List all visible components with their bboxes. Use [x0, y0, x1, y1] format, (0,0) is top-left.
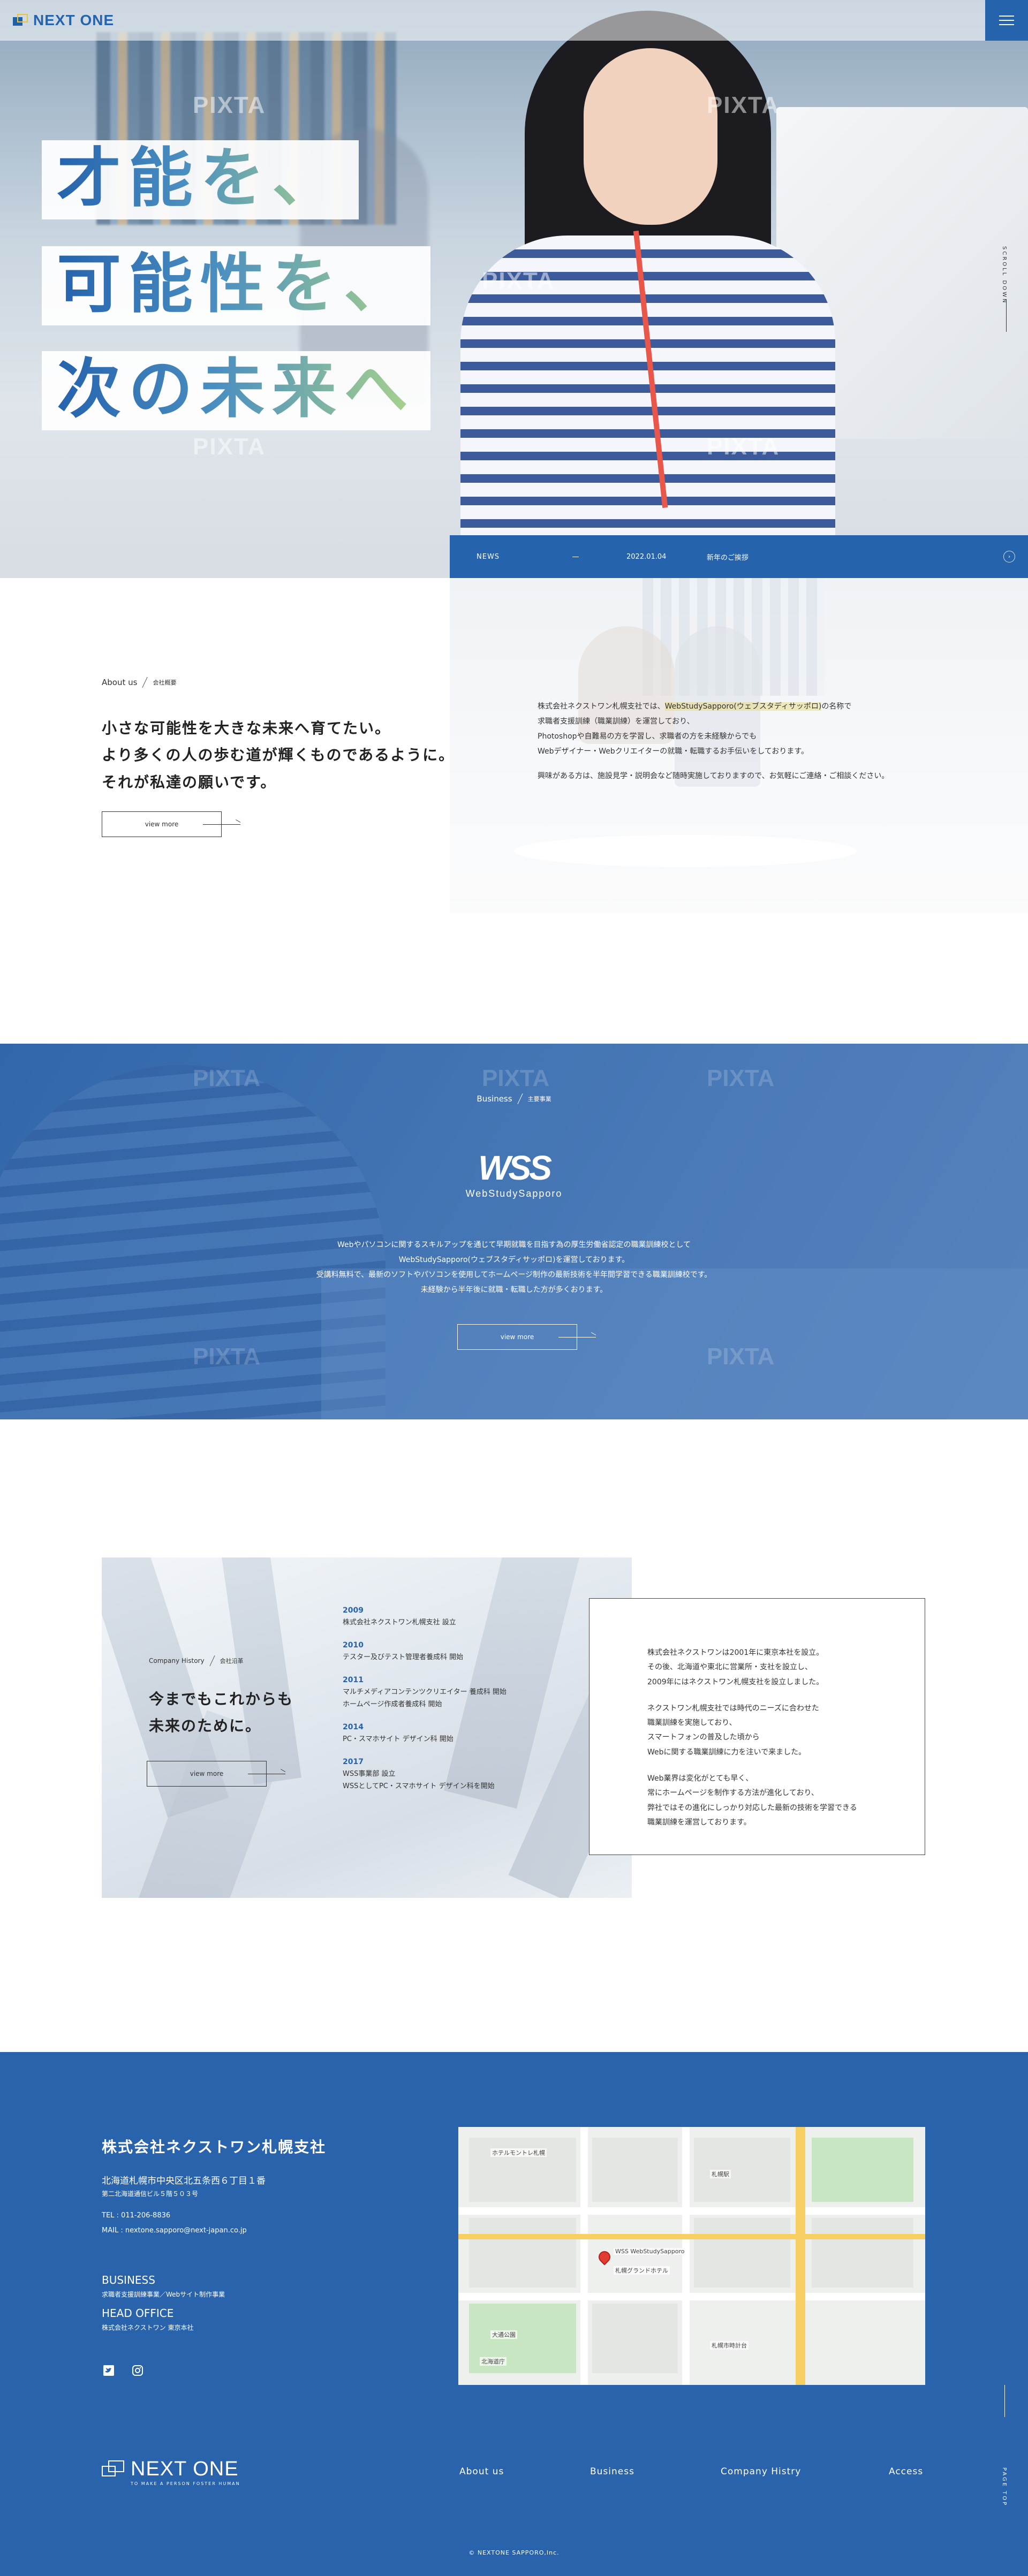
watermark: PIXTA — [193, 92, 266, 118]
arrow-right-icon — [558, 1337, 596, 1338]
watermark: PIXTA — [707, 92, 780, 118]
wss-logo-sub: WebStudySapporo — [465, 1188, 563, 1199]
about-description: 株式会社ネクストワン札幌支社では、WebStudySapporo(ウェブスタディ… — [538, 702, 889, 780]
map-label: ホテルモントレ札幌 — [490, 2148, 547, 2157]
wss-logo: WSS WebStudySapporo — [451, 1151, 577, 1199]
logo-mark-icon — [13, 14, 29, 27]
about-heading: 小さな可能性を大きな未来へ育てたい。 より多くの人の歩む道が輝くものであるように… — [102, 719, 455, 791]
wss-logo-mark: WSS — [478, 1149, 552, 1187]
timeline-item: 2011 マルチメディアコンテンツクリエイター 養成科 開始 ホームページ作成者… — [343, 1675, 507, 1708]
footer-social-links — [102, 2364, 145, 2377]
history-view-more-button[interactable]: view more — [147, 1761, 285, 1787]
arrow-right-icon — [203, 824, 240, 825]
business-view-more-button[interactable]: view more — [457, 1324, 596, 1350]
footer-business-heading: BUSINESS — [102, 2274, 155, 2286]
map-label: 札幌駅 — [710, 2170, 731, 2178]
hamburger-icon — [999, 16, 1014, 17]
history-timeline: 2009 株式会社ネクストワン札幌支社 設立 2010 テスター及びテスト管理者… — [343, 1606, 568, 1805]
scroll-down-line — [1006, 300, 1007, 332]
map-label: 札幌グランドホテル — [614, 2266, 670, 2275]
history-heading: 今までもこれからも 未来のために。 — [149, 1690, 294, 1735]
page-top-line — [1004, 2385, 1005, 2417]
watermark: PIXTA — [707, 434, 780, 460]
page-top-button[interactable]: PAGE TOP — [1001, 2467, 1007, 2506]
site-header: NEXT ONE — [0, 0, 1028, 41]
about-label-jp: 会社概要 — [153, 679, 177, 686]
footer-logo[interactable]: NEXT ONE TO MAKE A PERSON FOSTER HUMAN — [102, 2459, 239, 2486]
hero-catch-line-1: 才能を、 — [42, 140, 359, 219]
map-label: 大通公園 — [490, 2330, 517, 2339]
site-footer: 株式会社ネクストワン札幌支社 北海道札幌市中央区北五条西６丁目１番 第二北海道通… — [0, 2052, 1028, 2576]
news-dash: — — [572, 552, 579, 561]
site-logo[interactable]: NEXT ONE — [13, 12, 114, 29]
footer-address-building: 第二北海道通信ビル５階５０３号 — [102, 2190, 199, 2198]
footer-address: 北海道札幌市中央区北五条西６丁目１番 — [102, 2176, 266, 2186]
timeline-item: 2017 WSS事業部 設立 WSSとしてPC・スマホサイト デザイン科を開始 — [343, 1758, 495, 1791]
history-section-label: Company History 会社沿革 — [149, 1655, 244, 1667]
history-description-box: 株式会社ネクストワンは2001年に東京本社を設立。 その後、北海道や東北に営業所… — [589, 1598, 925, 1855]
about-section-label: About us 会社概要 — [102, 677, 176, 688]
watermark: PIXTA — [707, 1065, 775, 1091]
news-title[interactable]: 新年のご挨拶 — [707, 552, 1003, 562]
copyright: © NEXTONE SAPPORO,Inc. — [468, 2549, 560, 2556]
footer-tel[interactable]: TEL : 011-206-8836 — [102, 2212, 170, 2220]
watermark: PIXTA — [707, 1343, 775, 1370]
footer-head-office-text: 株式会社ネクストワン 東京本社 — [102, 2324, 194, 2331]
circle-arrow-icon[interactable]: › — [1003, 551, 1015, 563]
map-label: WSS WebStudySapporo — [614, 2248, 686, 2255]
footer-logo-tagline: TO MAKE A PERSON FOSTER HUMAN — [131, 2481, 240, 2486]
news-date: 2022.01.04 — [626, 552, 667, 561]
watermark: PIXTA — [193, 1065, 261, 1091]
access-map[interactable]: 札幌駅 WSS WebStudySapporo 大通公園 北海道庁 札幌市時計台… — [458, 2127, 925, 2385]
footer-nav-business[interactable]: Business — [590, 2466, 634, 2477]
business-section: PIXTA PIXTA PIXTA PIXTA PIXTA Business 主… — [0, 1044, 1028, 1419]
news-label: NEWS — [477, 552, 500, 561]
watermark: PIXTA — [482, 1065, 550, 1091]
footer-mail[interactable]: MAIL : nextone.sapporo@next-japan.co.jp — [102, 2227, 247, 2235]
map-label: 北海道庁 — [480, 2357, 507, 2366]
instagram-icon[interactable] — [131, 2364, 145, 2377]
hero-catch-line-2: 可能性を、 — [42, 246, 430, 325]
footer-business-text: 求職者支援訓練事業／Webサイト制作事業 — [102, 2291, 225, 2298]
map-pin-icon[interactable] — [596, 2248, 613, 2266]
timeline-item: 2009 株式会社ネクストワン札幌支社 設立 — [343, 1606, 456, 1627]
about-label-en: About us — [102, 678, 138, 687]
footer-nav-history[interactable]: Company Histry — [721, 2466, 801, 2477]
footer-head-office-heading: HEAD OFFICE — [102, 2307, 174, 2320]
business-section-label: Business 主要事業 — [477, 1093, 551, 1105]
footer-nav-about[interactable]: About us — [459, 2466, 504, 2477]
watermark: PIXTA — [482, 268, 555, 294]
hero-catch-line-3: 次の未来へ — [42, 351, 430, 430]
logo-mark-icon — [102, 2460, 125, 2478]
timeline-item: 2014 PC・スマホサイト デザイン科 開始 — [343, 1723, 453, 1743]
footer-company-name: 株式会社ネクストワン札幌支社 — [102, 2138, 327, 2156]
about-view-more-button[interactable]: view more — [102, 811, 240, 837]
logo-text: NEXT ONE — [33, 12, 115, 28]
hamburger-menu-button[interactable] — [985, 0, 1028, 41]
watermark: PIXTA — [193, 1343, 261, 1370]
footer-nav-access[interactable]: Access — [889, 2466, 923, 2477]
map-label: 札幌市時計台 — [710, 2341, 749, 2350]
watermark: PIXTA — [193, 434, 266, 460]
twitter-icon[interactable] — [102, 2364, 116, 2377]
hero-woman-face — [584, 48, 717, 225]
news-bar[interactable]: NEWS — 2022.01.04 新年のご挨拶 › — [450, 535, 1028, 578]
hero-section: PIXTA PIXTA PIXTA PIXTA PIXTA 才能を、 可能性を、… — [0, 0, 1028, 578]
business-description: Webやパソコンに関するスキルアップを通じて早期就職を目指す為の厚生労働省認定の… — [316, 1241, 712, 1294]
timeline-item: 2010 テスター及びテスト管理者養成科 開始 — [343, 1640, 464, 1661]
scroll-down-label[interactable]: SCROLL DOWN — [1001, 246, 1007, 304]
